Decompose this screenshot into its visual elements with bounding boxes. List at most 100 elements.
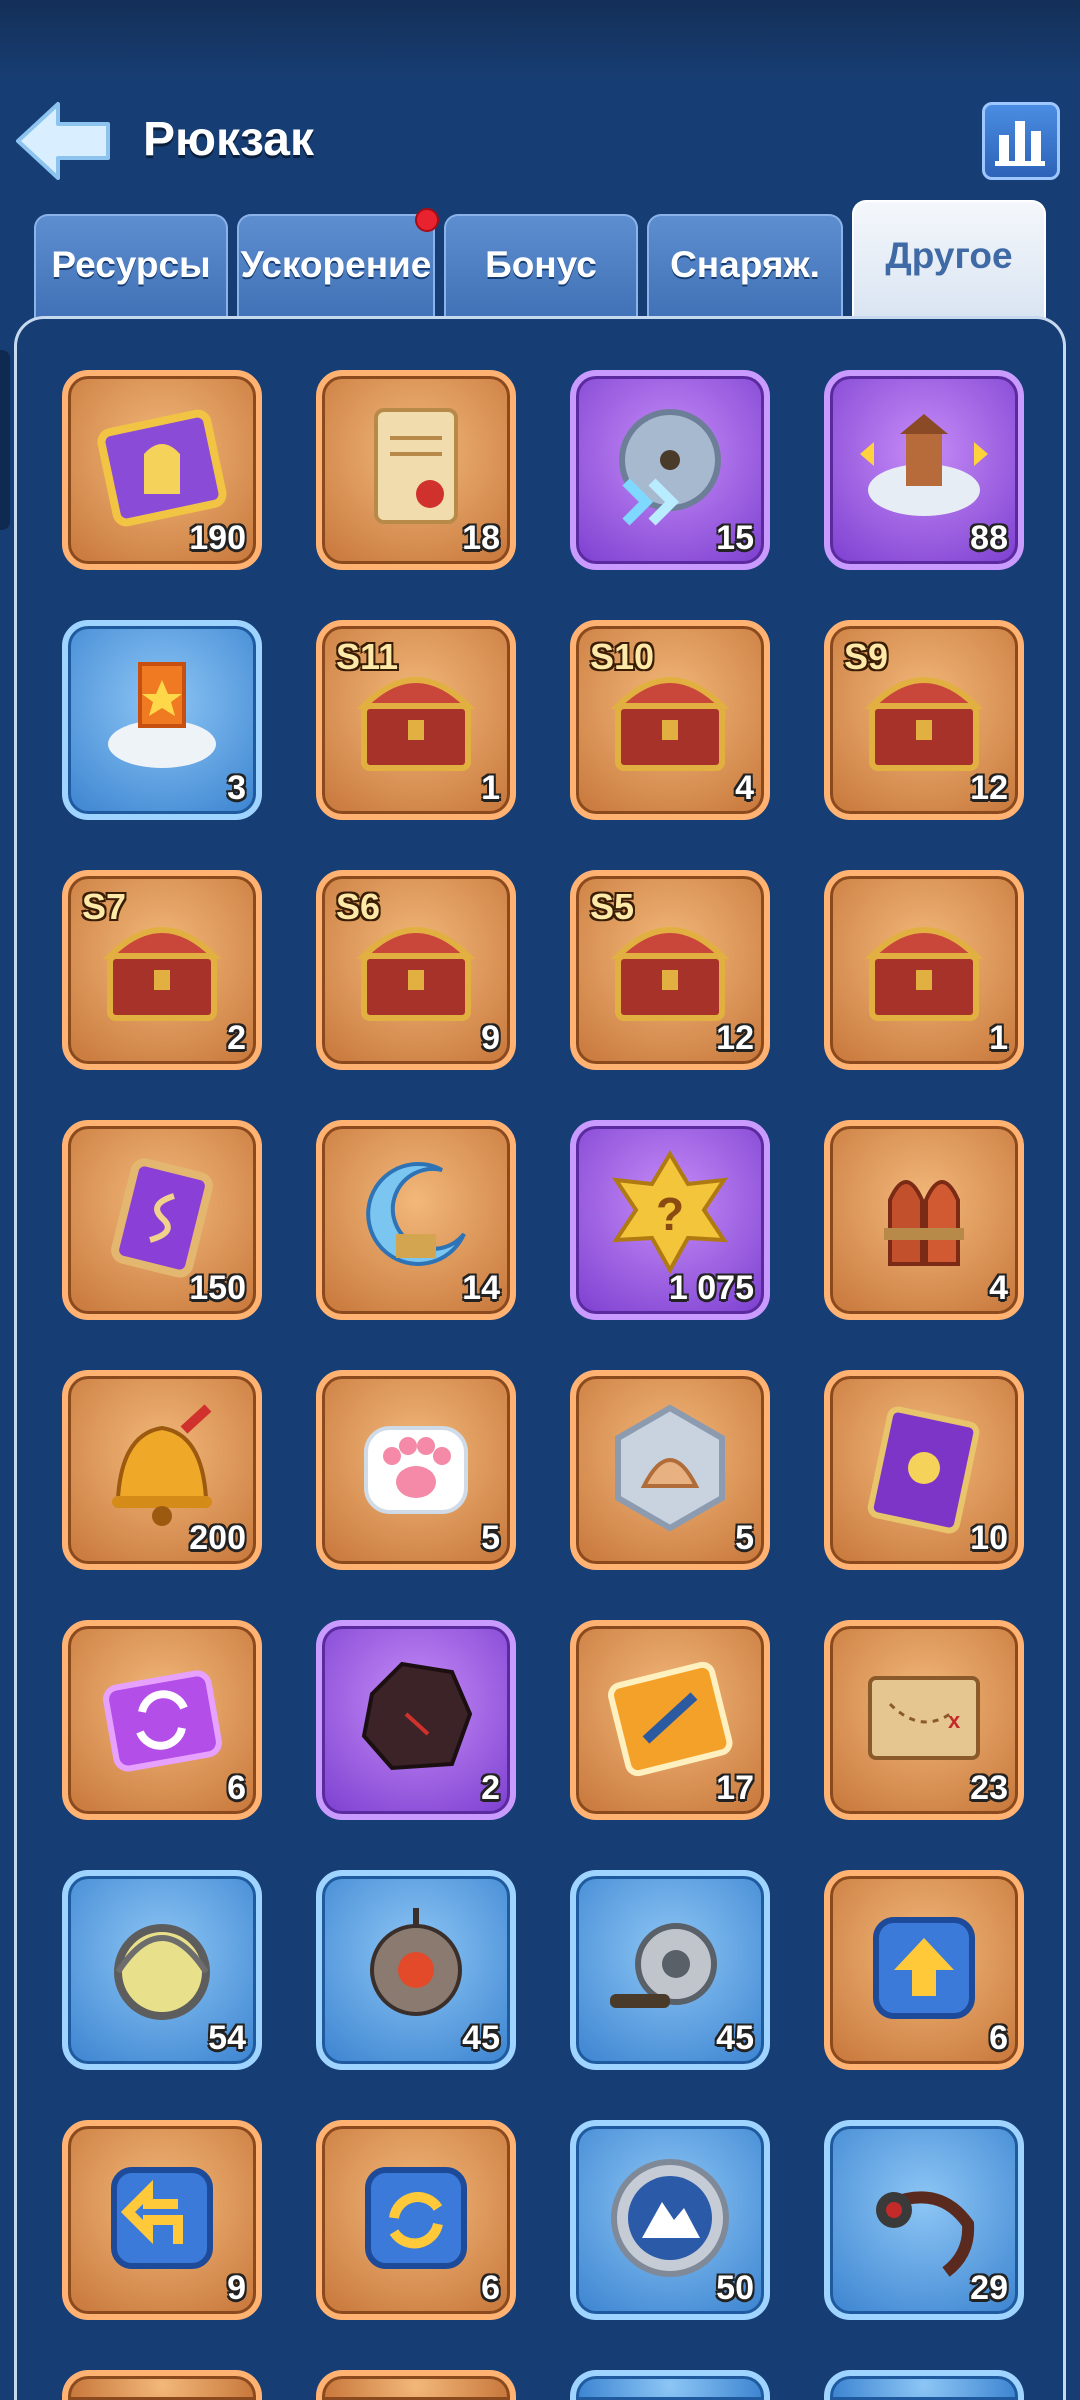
item-count: 88 bbox=[970, 519, 1008, 558]
inventory-item-partial[interactable] bbox=[316, 2370, 516, 2400]
return-arrow-icon bbox=[88, 2144, 236, 2292]
inventory-item[interactable]: 10 bbox=[824, 1370, 1024, 1570]
treasure-chest-icon bbox=[850, 894, 998, 1042]
inventory-item[interactable]: 4 bbox=[824, 1120, 1024, 1320]
paw-print-icon bbox=[342, 1394, 490, 1542]
bar-chart-icon bbox=[985, 105, 1057, 177]
inventory-item[interactable]: 9 bbox=[62, 2120, 262, 2320]
item-count: 12 bbox=[716, 1019, 754, 1058]
item-count: 2 bbox=[227, 1019, 246, 1058]
season-label: S10 bbox=[590, 636, 654, 678]
inventory-item[interactable]: 3 bbox=[62, 620, 262, 820]
item-count: 54 bbox=[208, 2019, 246, 2058]
inventory-item[interactable]: 6 bbox=[316, 2120, 516, 2320]
upgrade-arrow-icon bbox=[850, 1894, 998, 2042]
item-count: 14 bbox=[462, 1269, 500, 1308]
inventory-item[interactable]: 5 bbox=[570, 1370, 770, 1570]
tab-equipment[interactable]: Снаряж. bbox=[647, 214, 843, 322]
inventory-item-partial[interactable] bbox=[62, 2370, 262, 2400]
season-label: S5 bbox=[590, 886, 634, 928]
inventory-item[interactable]: 15 bbox=[570, 370, 770, 570]
inventory-item-partial[interactable] bbox=[824, 2370, 1024, 2400]
shell-token-icon bbox=[596, 1394, 744, 1542]
inventory-item[interactable]: S9 12 bbox=[824, 620, 1024, 820]
item-count: 2 bbox=[481, 1769, 500, 1808]
inventory-item[interactable]: 200 bbox=[62, 1370, 262, 1570]
stats-button[interactable] bbox=[982, 102, 1060, 180]
item-count: 9 bbox=[481, 1019, 500, 1058]
banner-relocate-icon bbox=[88, 644, 236, 792]
item-count: 6 bbox=[227, 1769, 246, 1808]
inventory-item[interactable]: 2 bbox=[316, 1620, 516, 1820]
season-label: S6 bbox=[336, 886, 380, 928]
item-count: 4 bbox=[735, 769, 754, 808]
item-count: 45 bbox=[716, 2019, 754, 2058]
tab-bonus[interactable]: Бонус bbox=[444, 214, 638, 322]
item-count: 10 bbox=[970, 1519, 1008, 1558]
item-count: 5 bbox=[735, 1519, 754, 1558]
item-count: 17 bbox=[716, 1769, 754, 1808]
inventory-item[interactable]: 45 bbox=[570, 1870, 770, 2070]
side-handle[interactable] bbox=[0, 350, 10, 530]
inventory-item[interactable]: 6 bbox=[824, 1870, 1024, 2070]
inventory-item[interactable]: 6 bbox=[62, 1620, 262, 1820]
refresh-arrows-icon bbox=[342, 2144, 490, 2292]
inventory-item[interactable]: 150 bbox=[62, 1120, 262, 1320]
item-count: 1 bbox=[989, 1019, 1008, 1058]
inventory-item[interactable]: ? 1 075 bbox=[570, 1120, 770, 1320]
season-label: S11 bbox=[336, 636, 398, 678]
season-label: S7 bbox=[82, 886, 126, 928]
item-count: 45 bbox=[462, 2019, 500, 2058]
season-label: S9 bbox=[844, 636, 888, 678]
tab-speedup[interactable]: Ускорение bbox=[237, 214, 435, 322]
item-count: 1 bbox=[481, 769, 500, 808]
svg-text:?: ? bbox=[656, 1188, 684, 1240]
inventory-item[interactable]: 14 bbox=[316, 1120, 516, 1320]
item-count: 150 bbox=[189, 1269, 246, 1308]
inventory-item[interactable]: S6 9 bbox=[316, 870, 516, 1070]
item-count: 1 075 bbox=[669, 1269, 754, 1308]
item-count: 15 bbox=[716, 519, 754, 558]
tab-other[interactable]: Другое bbox=[852, 200, 1046, 322]
item-count: 12 bbox=[970, 769, 1008, 808]
rockets-icon bbox=[850, 1144, 998, 1292]
inventory-item-partial[interactable] bbox=[570, 2370, 770, 2400]
status-bar bbox=[0, 0, 1080, 80]
item-count: 6 bbox=[989, 2019, 1008, 2058]
inventory-item[interactable]: 50 bbox=[570, 2120, 770, 2320]
inventory-item[interactable]: 5 bbox=[316, 1370, 516, 1570]
inventory-item[interactable]: 45 bbox=[316, 1870, 516, 2070]
item-count: 18 bbox=[462, 519, 500, 558]
inventory-item[interactable]: 54 bbox=[62, 1870, 262, 2070]
tab-bar: Ресурсы Ускорение Бонус Снаряж. Другое bbox=[0, 200, 1080, 320]
inventory-item[interactable]: 29 bbox=[824, 2120, 1024, 2320]
inventory-item[interactable]: 18 bbox=[316, 370, 516, 570]
inventory-item[interactable]: S5 12 bbox=[570, 870, 770, 1070]
svg-text:x: x bbox=[948, 1708, 961, 1733]
item-count: 3 bbox=[227, 769, 246, 808]
notification-dot bbox=[415, 208, 439, 232]
swap-ticket-icon bbox=[88, 1644, 236, 1792]
inventory-item[interactable]: x 23 bbox=[824, 1620, 1024, 1820]
dark-ore-icon bbox=[342, 1644, 490, 1792]
tab-resources[interactable]: Ресурсы bbox=[34, 214, 228, 322]
header: Рюкзак bbox=[0, 90, 1080, 200]
inventory-item[interactable]: 17 bbox=[570, 1620, 770, 1820]
item-count: 5 bbox=[481, 1519, 500, 1558]
item-count: 4 bbox=[989, 1269, 1008, 1308]
item-count: 200 bbox=[189, 1519, 246, 1558]
item-count: 9 bbox=[227, 2269, 246, 2308]
inventory-item[interactable]: S7 2 bbox=[62, 870, 262, 1070]
item-count: 29 bbox=[970, 2269, 1008, 2308]
inventory-item[interactable]: 88 bbox=[824, 370, 1024, 570]
back-button[interactable] bbox=[14, 100, 112, 182]
inventory-item[interactable]: 190 bbox=[62, 370, 262, 570]
item-count: 23 bbox=[970, 1769, 1008, 1808]
item-count: 190 bbox=[189, 519, 246, 558]
item-count: 50 bbox=[716, 2269, 754, 2308]
page-title: Рюкзак bbox=[143, 112, 314, 167]
inventory-item[interactable]: S11 1 bbox=[316, 620, 516, 820]
inventory-item[interactable]: S10 4 bbox=[570, 620, 770, 820]
back-arrow-icon bbox=[14, 100, 112, 182]
inventory-item[interactable]: 1 bbox=[824, 870, 1024, 1070]
